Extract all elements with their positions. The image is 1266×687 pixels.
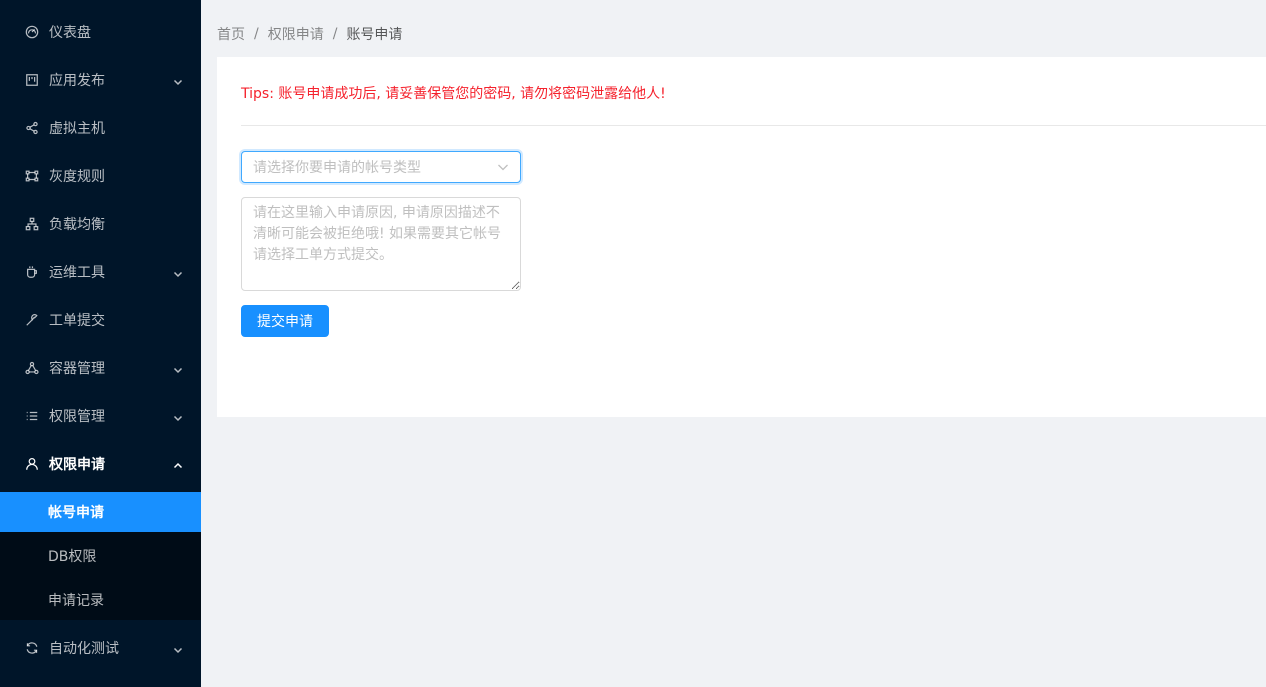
user-icon [24,456,40,472]
sidebar-item-permission-mgmt[interactable]: 权限管理 [0,392,201,440]
cluster-icon [24,216,40,232]
sidebar-item-virtual-host[interactable]: 虚拟主机 [0,104,201,152]
sidebar-item-label: 负载均衡 [49,217,105,233]
sidebar: 仪表盘 应用发布 虚拟主机 灰度规则 负载均衡 运维工具 工单提交 容器管理 权… [0,0,201,687]
sidebar-item-dashboard[interactable]: 仪表盘 [0,8,201,56]
breadcrumb-home[interactable]: 首页 [217,24,245,44]
sidebar-item-app-release[interactable]: 应用发布 [0,56,201,104]
submenu-permission-apply: 帐号申请 DB权限 申请记录 [0,492,201,620]
sidebar-item-label: 应用发布 [49,73,105,89]
sidebar-item-label: 运维工具 [49,265,105,281]
breadcrumb: 首页 / 权限申请 / 账号申请 [217,24,402,44]
project-icon [24,72,40,88]
sidebar-item-label: 权限申请 [49,457,105,473]
sidebar-item-auto-test[interactable]: 自动化测试 [0,624,201,672]
sidebar-item-label: 工单提交 [49,313,105,329]
sidebar-item-label: 权限管理 [49,409,105,425]
sync-icon [24,640,40,656]
sidebar-item-label: 自动化测试 [49,641,119,657]
reason-textarea[interactable] [241,197,521,291]
divider [241,125,1266,126]
account-type-select[interactable]: 请选择你要申请的帐号类型 [241,151,521,183]
tips-text: Tips: 账号申请成功后, 请妥善保管您的密码, 请勿将密码泄露给他人! [241,86,666,102]
tool-icon [24,312,40,328]
dashboard-icon [24,24,40,40]
sidebar-subitem-account-apply[interactable]: 帐号申请 [0,492,201,532]
sidebar-item-label: 仪表盘 [49,25,91,41]
coffee-icon [24,264,40,280]
list-icon [24,408,40,424]
sidebar-item-label: 虚拟主机 [49,121,105,137]
sidebar-item-gray-rule[interactable]: 灰度规则 [0,152,201,200]
account-type-placeholder: 请选择你要申请的帐号类型 [253,160,421,176]
breadcrumb-permission-apply[interactable]: 权限申请 [268,24,324,44]
chevron-up-icon [173,459,183,469]
sidebar-item-permission-apply[interactable]: 权限申请 [0,440,201,488]
form-card: Tips: 账号申请成功后, 请妥善保管您的密码, 请勿将密码泄露给他人! 请选… [217,57,1266,417]
share-icon [24,120,40,136]
sidebar-subitem-db-permission[interactable]: DB权限 [0,536,201,576]
gateway-icon [24,168,40,184]
chevron-down-icon [173,267,183,278]
breadcrumb-separator: / [332,26,338,42]
deployment-icon [24,360,40,376]
sidebar-item-label: 灰度规则 [49,169,105,185]
chevron-down-icon [173,411,183,422]
breadcrumb-current: 账号申请 [346,27,403,43]
sidebar-item-label: 容器管理 [49,361,105,377]
sidebar-item-ticket-submit[interactable]: 工单提交 [0,296,201,344]
chevron-down-icon [173,643,183,654]
sidebar-item-container-mgmt[interactable]: 容器管理 [0,344,201,392]
sidebar-item-load-balance[interactable]: 负载均衡 [0,200,201,248]
submit-apply-button[interactable]: 提交申请 [241,305,329,337]
chevron-down-icon [173,363,183,374]
chevron-down-icon [497,161,509,173]
sidebar-subitem-apply-records[interactable]: 申请记录 [0,580,201,620]
sidebar-item-ops-tools[interactable]: 运维工具 [0,248,201,296]
breadcrumb-separator: / [254,26,259,42]
main-content: 首页 / 权限申请 / 账号申请 Tips: 账号申请成功后, 请妥善保管您的密… [201,8,1266,687]
chevron-down-icon [173,75,183,86]
